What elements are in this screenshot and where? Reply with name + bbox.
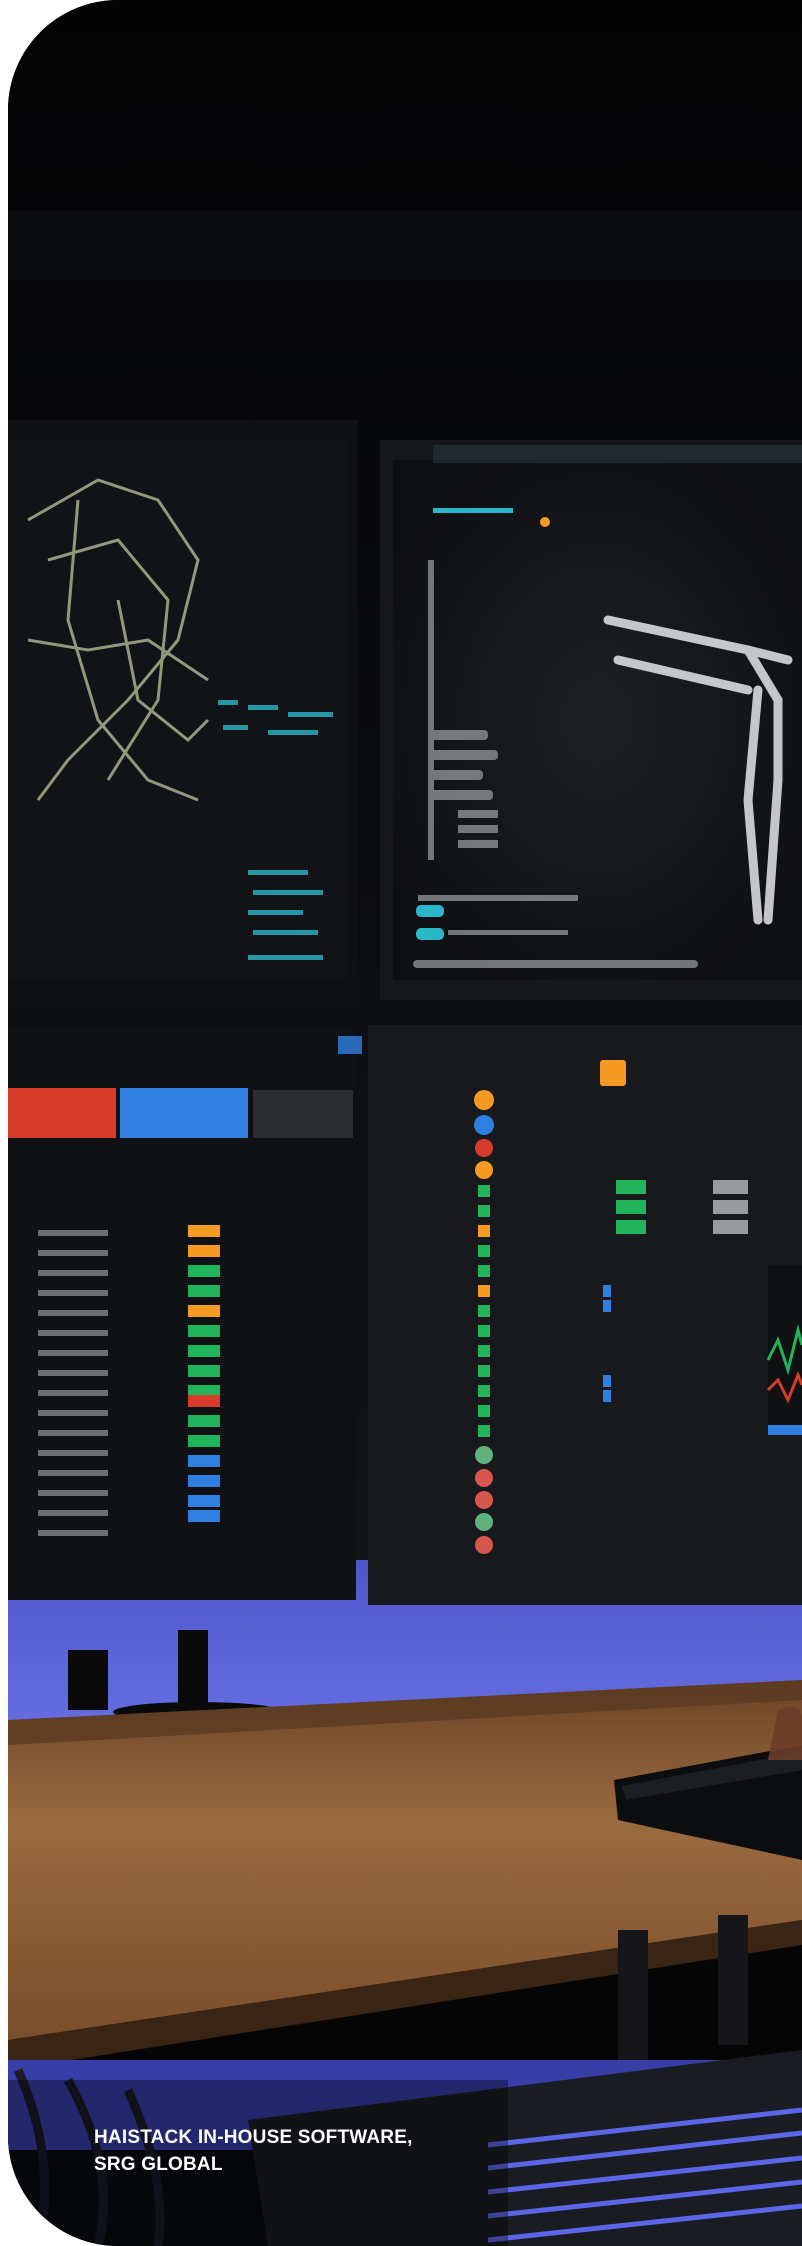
- caption-line-1: HAISTACK IN-HOUSE SOFTWARE,: [94, 2127, 413, 2148]
- green-chips: [616, 1180, 646, 1234]
- monitor-stand-small: [68, 1650, 108, 1710]
- desk-leg-2: [718, 1915, 748, 2045]
- monitor-top-left: [8, 420, 358, 1010]
- control-room-scene: [8, 0, 802, 2246]
- monitor-bottom-left: [8, 1030, 362, 1600]
- monitor-bottom-right: [368, 1025, 802, 1605]
- accent-pill-1: [416, 905, 444, 917]
- hero-photo: HAISTACK IN-HOUSE SOFTWARE, SRG GLOBAL: [8, 0, 802, 2246]
- mini-chart: [766, 1265, 802, 1435]
- accent-pill-2: [416, 928, 444, 940]
- caption-line-2: SRG GLOBAL: [94, 2154, 223, 2175]
- white-chips: [713, 1180, 748, 1234]
- monitor-top-right: [380, 440, 802, 1000]
- monitor-stand-left: [178, 1630, 208, 1710]
- desk-leg: [618, 1930, 648, 2060]
- photo-caption: HAISTACK IN-HOUSE SOFTWARE, SRG GLOBAL: [94, 2124, 413, 2178]
- shelf-shadow: [8, 210, 802, 280]
- status-badges-left: [188, 1225, 220, 1522]
